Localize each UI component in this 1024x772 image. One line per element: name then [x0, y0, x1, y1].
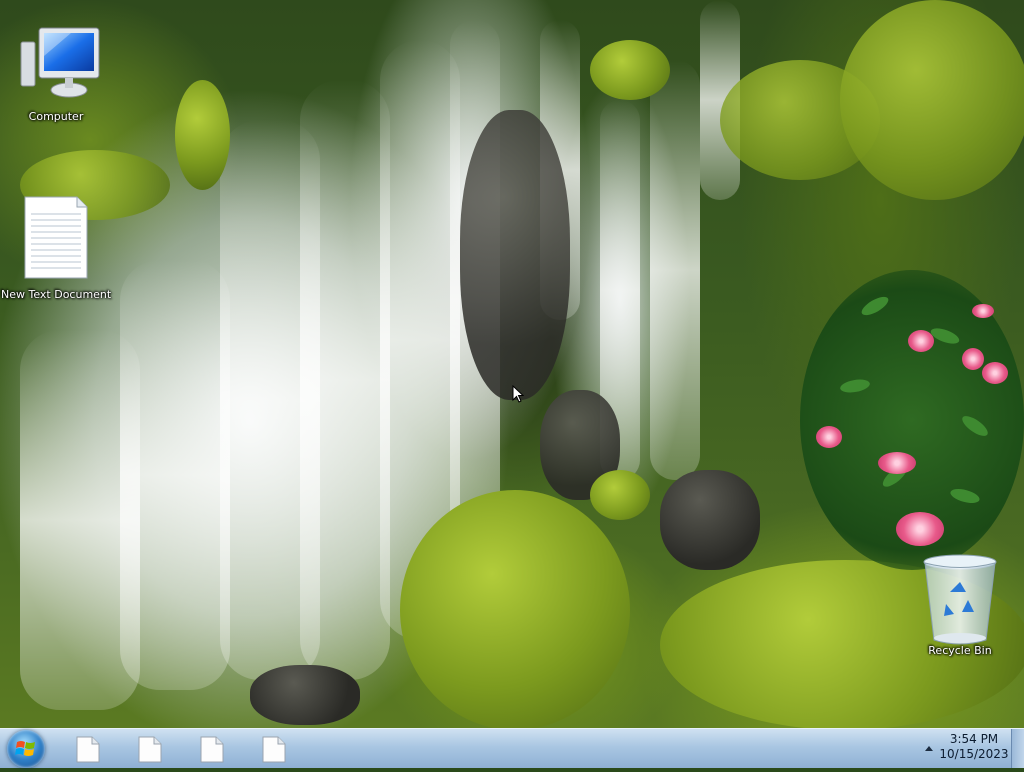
taskbar-item-document[interactable] [186, 733, 238, 765]
text-document-icon [24, 196, 88, 279]
taskbar-clock[interactable]: 3:54 PM 10/15/2023 [936, 732, 1012, 762]
document-icon [138, 736, 162, 763]
taskbar-item-document[interactable] [62, 733, 114, 765]
start-button[interactable] [7, 730, 45, 768]
computer-icon [20, 27, 100, 98]
desktop-wallpaper [0, 0, 1024, 728]
document-icon [200, 736, 224, 763]
taskbar-item-document[interactable] [248, 733, 300, 765]
desktop-icon-label: Computer [28, 110, 84, 123]
clock-time: 3:54 PM [949, 732, 999, 746]
recycle-bin-icon [923, 554, 997, 645]
taskbar-item-document[interactable] [124, 733, 176, 765]
document-icon [76, 736, 100, 763]
clock-date: 10/15/2023 [939, 747, 1009, 761]
document-icon [262, 736, 286, 763]
desktop-icon-recycle-bin[interactable]: Recycle Bin [905, 552, 1015, 657]
desktop-icon-computer[interactable]: Computer [1, 26, 111, 123]
mouse-cursor-icon [512, 385, 524, 403]
desktop-icon-label: New Text Document [1, 288, 112, 301]
taskbar [0, 728, 1024, 768]
triangle-up-icon[interactable] [924, 744, 934, 754]
show-desktop-button[interactable] [1011, 729, 1024, 768]
desktop-icon-text-document[interactable]: New Text Document [1, 196, 111, 301]
windows-start-orb-icon [15, 741, 35, 756]
